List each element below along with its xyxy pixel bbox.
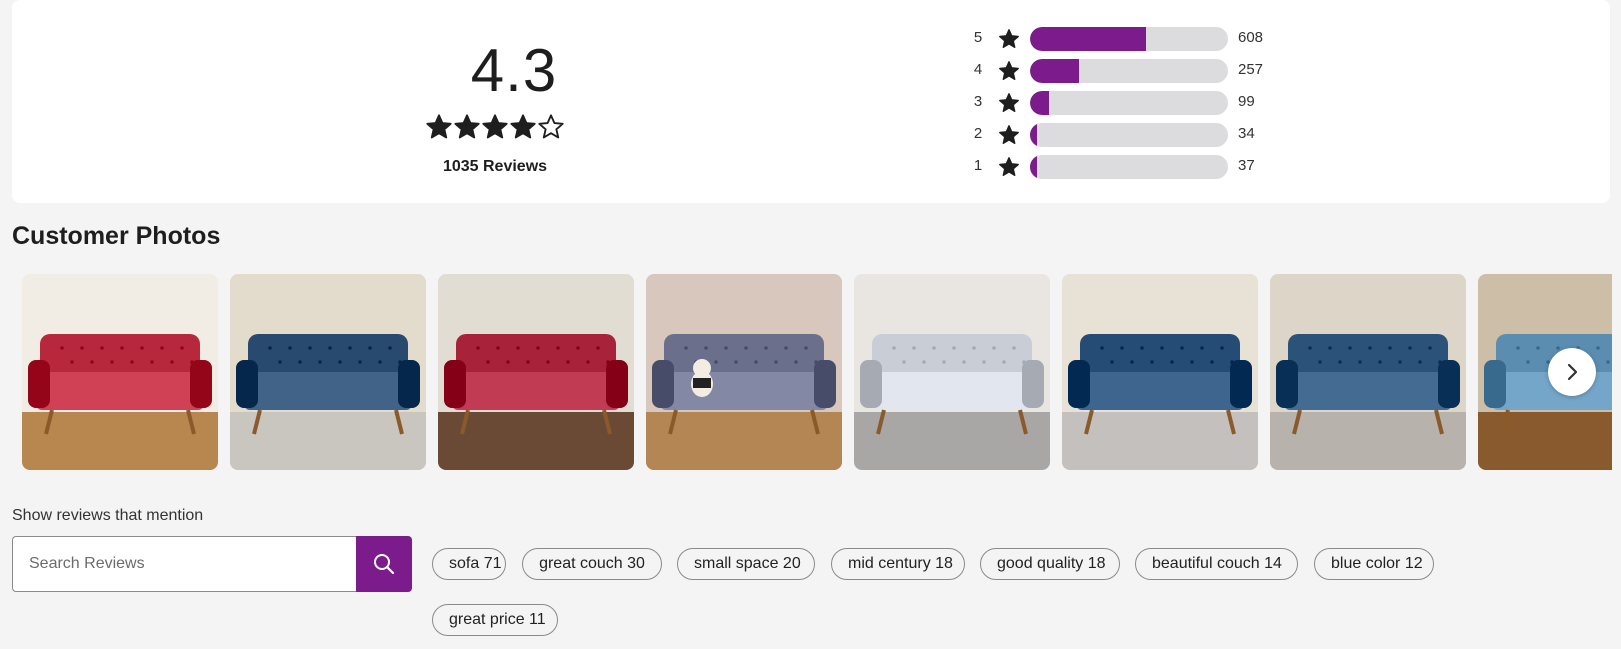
sofa-photo-image [22, 274, 218, 470]
customer-photo[interactable] [854, 274, 1050, 470]
rating-bar-fill [1030, 27, 1147, 51]
rating-row-count: 99 [1238, 93, 1255, 110]
star-filled-icon [454, 114, 480, 139]
rating-bar-fill [1030, 59, 1080, 83]
customer-photo[interactable] [22, 274, 218, 470]
rating-histogram: 5 608 4 257 3 99 2 34 1 37 [970, 24, 1270, 184]
rating-row-stars: 3 [973, 93, 983, 110]
average-rating: 4.3 [470, 37, 558, 104]
mention-chip[interactable]: beautiful couch 14 [1135, 548, 1298, 580]
rating-row-2[interactable]: 2 34 [970, 120, 1270, 152]
customer-photo[interactable] [230, 274, 426, 470]
star-filled-icon [482, 114, 508, 139]
mention-chip[interactable]: great couch 30 [522, 548, 662, 580]
star-icon [999, 157, 1019, 176]
rating-row-1[interactable]: 1 37 [970, 152, 1270, 184]
review-count: 1035 Reviews [442, 158, 548, 175]
mention-chip[interactable]: good quality 18 [980, 548, 1120, 580]
search-reviews-input[interactable] [12, 536, 356, 592]
rating-row-stars: 1 [973, 157, 983, 174]
mention-chip[interactable]: mid century 18 [831, 548, 965, 580]
customer-photo[interactable] [1062, 274, 1258, 470]
rating-summary-card [12, 0, 1610, 203]
mention-filter-label: Show reviews that mention [12, 507, 204, 524]
sofa-photo-image [854, 274, 1050, 470]
rating-bar-fill [1030, 91, 1049, 115]
star-icon [999, 93, 1019, 112]
rating-bar-track [1030, 155, 1228, 179]
mention-chip[interactable]: small space 20 [677, 548, 815, 580]
rating-row-count: 608 [1238, 29, 1264, 46]
sofa-photo-image [646, 274, 842, 470]
rating-row-3[interactable]: 3 99 [970, 88, 1270, 120]
chevron-right-icon [1567, 363, 1578, 381]
customer-photo[interactable] [438, 274, 634, 470]
sofa-photo-image [230, 274, 426, 470]
mention-chip[interactable]: sofa 71 [432, 548, 506, 580]
mention-chip[interactable]: great price 11 [432, 604, 558, 636]
rating-bar-fill [1030, 123, 1037, 147]
star-outline-icon [538, 114, 564, 139]
rating-bar-track [1030, 123, 1228, 147]
star-icon [999, 29, 1019, 48]
sofa-photo-image [438, 274, 634, 470]
rating-bar-fill [1030, 155, 1038, 179]
star-icon [999, 125, 1019, 144]
rating-row-5[interactable]: 5 608 [970, 24, 1270, 56]
star-icon [999, 61, 1019, 80]
customer-photo[interactable] [1270, 274, 1466, 470]
review-search [12, 536, 412, 592]
customer-photo[interactable] [646, 274, 842, 470]
mention-chip[interactable]: blue color 12 [1314, 548, 1434, 580]
average-stars [425, 113, 567, 143]
rating-row-stars: 4 [973, 61, 983, 78]
rating-row-4[interactable]: 4 257 [970, 56, 1270, 88]
rating-bar-track [1030, 91, 1228, 115]
rating-row-count: 257 [1238, 61, 1264, 78]
sofa-photo-image [1062, 274, 1258, 470]
rating-bar-track [1030, 27, 1228, 51]
rating-row-stars: 5 [973, 29, 983, 46]
rating-row-count: 37 [1238, 157, 1255, 174]
rating-row-count: 34 [1238, 125, 1255, 142]
next-photos-button[interactable] [1548, 348, 1596, 396]
customer-photos-heading: Customer Photos [12, 222, 221, 250]
customer-photos-strip [22, 274, 1612, 470]
rating-bar-track [1030, 59, 1228, 83]
star-filled-icon [426, 114, 452, 139]
search-icon [374, 554, 395, 575]
rating-row-stars: 2 [973, 125, 983, 142]
star-filled-icon [510, 114, 536, 139]
search-button[interactable] [356, 536, 412, 592]
sofa-photo-image [1270, 274, 1466, 470]
